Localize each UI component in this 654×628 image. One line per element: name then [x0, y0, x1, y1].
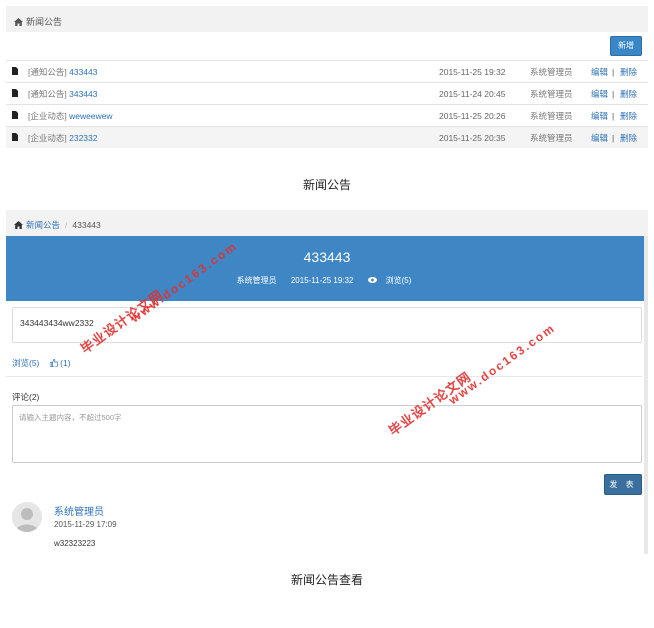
table-row: [企业动态] weweewew 2015-11-25 20:26 系统管理员 编…	[6, 104, 648, 126]
post-button[interactable]: 发 表	[604, 474, 642, 495]
row-title-link[interactable]: 343443	[69, 89, 97, 99]
figure-caption: 新闻公告	[302, 178, 351, 192]
row-category: [通知公告]	[28, 89, 67, 99]
row-category: [企业动态]	[28, 111, 67, 121]
article-date: 2015-11-25 19:32	[290, 276, 354, 285]
row-category: [企业动态]	[28, 133, 67, 143]
row-title-link[interactable]: 433443	[69, 67, 97, 77]
breadcrumb-separator: /	[65, 220, 68, 230]
article-actions: 浏览(5) (1)	[6, 343, 642, 377]
row-date: 2015-11-25 20:26	[439, 111, 506, 121]
separator: |	[612, 133, 615, 143]
toolbar: 新增	[6, 32, 648, 60]
delete-link[interactable]: 删除	[620, 127, 637, 149]
comments-label: 评论(2)	[12, 392, 40, 402]
separator: |	[612, 89, 615, 99]
row-date: 2015-11-25 19:32	[439, 67, 506, 77]
table-row: [企业动态] 232332 2015-11-25 20:35 系统管理员 编辑 …	[6, 126, 648, 148]
row-title-link[interactable]: weweewew	[69, 111, 112, 121]
figure-caption: 新闻公告查看	[290, 573, 363, 587]
document-icon	[12, 67, 18, 75]
row-date: 2015-11-24 20:45	[439, 89, 506, 99]
row-title-link[interactable]: 232332	[69, 133, 97, 143]
separator: |	[612, 111, 615, 121]
delete-link[interactable]: 删除	[620, 61, 637, 83]
edit-link[interactable]: 编辑	[591, 127, 608, 149]
edit-link[interactable]: 编辑	[591, 105, 608, 127]
edit-link[interactable]: 编辑	[591, 83, 608, 105]
comment-text: w32323223	[54, 539, 96, 548]
home-icon[interactable]	[14, 18, 23, 28]
row-author: 系统管理员	[530, 67, 573, 77]
add-button[interactable]: 新增	[610, 36, 642, 56]
row-author: 系统管理员	[530, 89, 573, 99]
article-header: 433443 系统管理员 2015-11-25 19:32 浏览(5)	[6, 236, 648, 301]
row-date: 2015-11-25 20:35	[439, 133, 506, 143]
article-views: 浏览(5)	[385, 276, 412, 285]
delete-link[interactable]: 删除	[620, 105, 637, 127]
eye-icon	[367, 277, 377, 283]
delete-link[interactable]: 删除	[620, 83, 637, 105]
article-meta: 系统管理员 2015-11-25 19:32 浏览(5)	[6, 275, 648, 286]
row-author: 系统管理员	[530, 133, 573, 143]
likes-count[interactable]: (1)	[60, 358, 70, 368]
document-icon	[12, 111, 18, 119]
breadcrumb: 新闻公告	[6, 6, 648, 32]
document-icon	[12, 89, 18, 97]
row-author: 系统管理员	[530, 111, 573, 121]
breadcrumb-parent-link[interactable]: 新闻公告	[26, 220, 60, 230]
views-link[interactable]: 浏览(5)	[12, 358, 39, 368]
breadcrumb-current: 433443	[72, 220, 101, 230]
edit-link[interactable]: 编辑	[591, 61, 608, 83]
scrollbar[interactable]	[644, 236, 648, 554]
comment-user[interactable]: 系统管理员	[54, 503, 104, 518]
separator: |	[612, 67, 615, 77]
table-row: [通知公告] 343443 2015-11-24 20:45 系统管理员 编辑 …	[6, 82, 648, 104]
comment-time: 2015-11-29 17:09	[54, 520, 117, 529]
news-list-panel: 新闻公告 新增 [通知公告] 433443 2015-11-25 19:32 系…	[6, 6, 648, 150]
home-icon[interactable]	[14, 221, 23, 231]
news-detail-panel: 新闻公告 / 433443 433443 系统管理员 2015-11-25 19:3…	[6, 210, 648, 554]
document-icon	[12, 133, 18, 141]
article-author: 系统管理员	[236, 276, 277, 285]
breadcrumb: 新闻公告 / 433443	[6, 210, 648, 236]
row-category: [通知公告]	[28, 67, 67, 77]
breadcrumb-label: 新闻公告	[26, 17, 63, 27]
thumbs-up-icon[interactable]	[49, 358, 59, 368]
avatar	[12, 502, 42, 532]
article-title: 433443	[303, 249, 351, 265]
table-row: [通知公告] 433443 2015-11-25 19:32 系统管理员 编辑 …	[6, 60, 648, 82]
comment-textarea[interactable]: 请输入主题内容，不超过500字	[12, 405, 642, 463]
